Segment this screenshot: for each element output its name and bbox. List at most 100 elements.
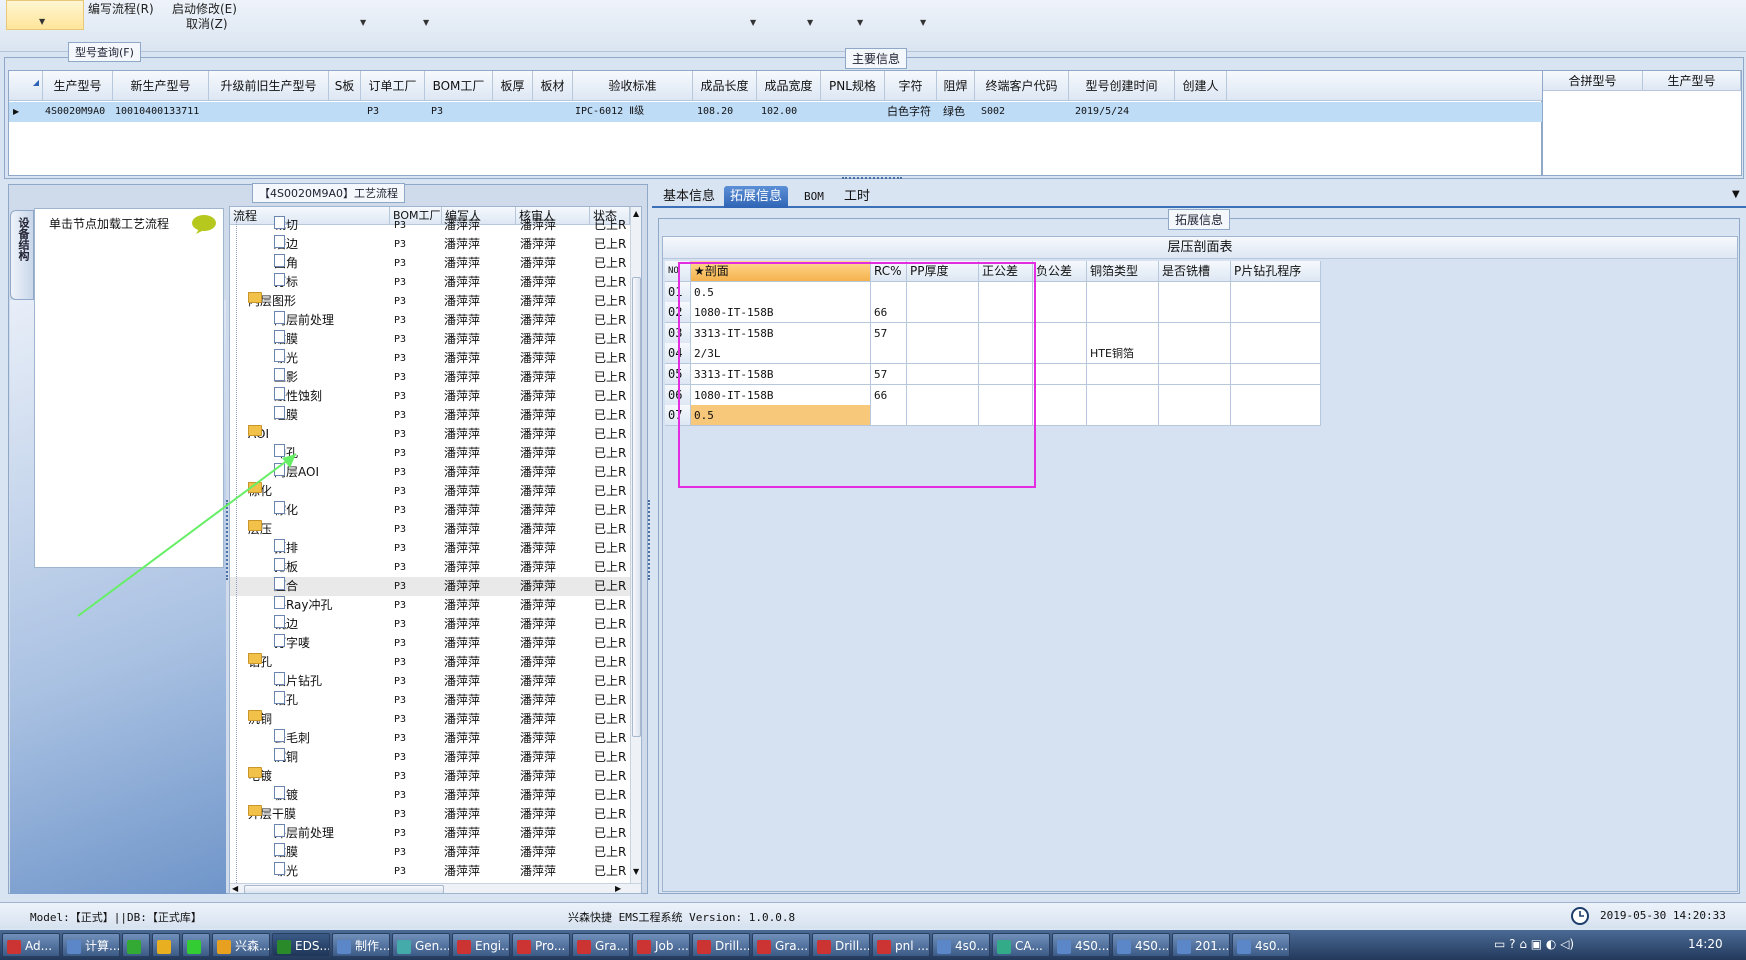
menu-write-process[interactable]: 编写流程(R) [88,0,154,17]
tree-row[interactable]: 曝光 P3 潘萍萍 潘萍萍 已上R [230,862,630,881]
taskbar-item[interactable]: CA... [992,933,1050,957]
scroll-down-icon[interactable]: ▼ [633,867,639,876]
main-action-button[interactable]: ▼ [6,0,84,30]
scroll-left-icon[interactable]: ◀ [232,884,238,893]
col-header[interactable]: 铜箔类型 [1087,261,1159,282]
taskbar-item[interactable]: 201... [1172,933,1230,957]
splitter-handle[interactable] [648,500,651,580]
col-header[interactable]: 型号创建时间 [1069,71,1175,101]
tree-row[interactable]: 去毛刺 P3 潘萍萍 潘萍萍 已上R [230,729,630,748]
scroll-up-icon[interactable]: ▲ [633,209,639,218]
grid-cell[interactable]: 绿色 [937,102,975,122]
grid-cell[interactable]: P3 [425,102,493,122]
laminate-cell[interactable] [1159,322,1231,344]
tree-row[interactable]: 内层前处理 P3 潘萍萍 潘萍萍 已上R [230,311,630,330]
vertical-scrollbar[interactable]: ▲ ▼ [630,207,641,883]
laminate-cell[interactable] [1033,405,1087,427]
chevron-down-icon[interactable]: ▼ [807,18,813,27]
taskbar-item[interactable] [152,933,180,957]
menu-cancel[interactable]: 取消(Z) [186,15,228,32]
tree-row[interactable]: 圆角 P3 潘萍萍 潘萍萍 已上R [230,254,630,273]
taskbar-item[interactable]: 4S0... [1052,933,1110,957]
col-header[interactable]: 新生产型号 [113,71,209,101]
grid-cell[interactable]: 102.00 [757,102,821,122]
model-query-button[interactable]: 型号查询(F) [68,42,141,62]
grid-cell[interactable]: 10010400133711 [113,102,209,122]
col-header[interactable]: 终端客户代码 [975,71,1069,101]
splitter-handle[interactable] [842,177,902,182]
scroll-right-icon[interactable]: ▶ [615,884,621,893]
tree-row[interactable]: 退膜 P3 潘萍萍 潘萍萍 已上R [230,406,630,425]
laminate-cell[interactable] [1231,405,1321,427]
tree-row[interactable]: − 电镀P3潘萍萍潘萍萍已上R [230,767,630,786]
horizontal-scrollbar[interactable]: ◀ ▶ [230,883,641,893]
laminate-cell[interactable] [1087,281,1159,303]
tree-row[interactable]: 外层前处理 P3 潘萍萍 潘萍萍 已上R [230,824,630,843]
chevron-down-icon[interactable]: ▼ [1732,189,1740,200]
col-header[interactable]: 生产型号 [43,71,113,101]
laminate-cell[interactable] [1087,405,1159,427]
taskbar-item[interactable]: EDS... [272,933,330,957]
tree-row[interactable]: 板镀 P3 潘萍萍 潘萍萍 已上R [230,786,630,805]
tree-row[interactable]: − 沉铜P3潘萍萍潘萍萍已上R [230,710,630,729]
laminate-cell[interactable] [1159,364,1231,385]
col-header[interactable]: 负公差 [1033,261,1087,282]
col-header[interactable]: 验收标准 [573,71,693,101]
tree-row[interactable]: − 内层图形P3潘萍萍潘萍萍已上R [230,292,630,311]
laminate-cell[interactable] [1087,384,1159,406]
chevron-down-icon[interactable]: ▼ [920,18,926,27]
scroll-thumb[interactable] [244,885,444,893]
chevron-down-icon[interactable]: ▼ [360,18,366,27]
laminate-cell[interactable] [1087,302,1159,324]
laminate-cell[interactable] [1033,322,1087,344]
grid-cell[interactable]: 108.20 [693,102,757,122]
tab-work-hours[interactable]: 工时 [838,186,876,208]
taskbar-item[interactable] [122,933,150,957]
col-header[interactable]: 是否铣槽 [1159,261,1231,282]
laminate-cell[interactable] [1033,302,1087,324]
taskbar-item[interactable]: Drill... [812,933,870,957]
col-header[interactable]: 生产型号 [1643,71,1741,91]
grid-cell[interactable]: P3 [361,102,425,122]
taskbar-item[interactable]: Gra... [572,933,630,957]
laminate-cell[interactable] [1033,384,1087,406]
taskbar-item[interactable]: 4s0... [1232,933,1290,957]
tree-row[interactable]: 打标 P3 潘萍萍 潘萍萍 已上R [230,273,630,292]
laminate-cell[interactable] [1231,384,1321,406]
tree-row[interactable]: 打字唛 P3 潘萍萍 潘萍萍 已上R [230,634,630,653]
laminate-cell[interactable] [1159,343,1231,365]
taskbar-item[interactable]: pnl ... [872,933,930,957]
taskbar-item[interactable]: 制作... [332,933,390,957]
col-header[interactable]: S板 [329,71,361,101]
laminate-cell[interactable] [1159,405,1231,427]
tree-row[interactable]: 裁切 P3 潘萍萍 潘萍萍 已上R [230,216,630,235]
laminate-cell[interactable] [1159,384,1231,406]
taskbar-item[interactable]: Pro... [512,933,570,957]
tab-extended-info[interactable]: 拓展信息 [724,186,789,208]
laminate-cell[interactable]: HTE铜箔 [1087,343,1159,365]
col-header[interactable]: 板厚 [493,71,533,101]
grid-cell[interactable]: 白色字符 [885,102,937,122]
taskbar-item[interactable] [182,933,210,957]
chevron-down-icon[interactable]: ▼ [857,18,863,27]
laminate-cell[interactable] [1087,364,1159,385]
chevron-down-icon[interactable]: ▼ [423,18,429,27]
taskbar-item[interactable]: 兴森... [212,933,270,957]
taskbar-item[interactable]: Ad... [2,933,60,957]
tree-row[interactable]: 贴膜 P3 潘萍萍 潘萍萍 已上R [230,330,630,349]
col-header[interactable]: P片钻孔程序 [1231,261,1321,282]
chevron-down-icon[interactable]: ▼ [39,17,45,26]
laminate-cell[interactable] [1231,302,1321,324]
col-header[interactable]: 升级前旧生产型号 [209,71,329,101]
laminate-cell[interactable] [1033,343,1087,365]
tree-row[interactable]: 磨边 P3 潘萍萍 潘萍萍 已上R [230,235,630,254]
tree-row[interactable]: 沉铜 P3 潘萍萍 潘萍萍 已上R [230,748,630,767]
taskbar-item[interactable]: Job ... [632,933,690,957]
col-header[interactable]: 字符 [885,71,937,101]
laminate-cell[interactable] [1231,322,1321,344]
col-header[interactable]: BOM工厂 [425,71,493,101]
grid-cell[interactable]: S002 [975,102,1069,122]
laminate-cell[interactable] [1231,281,1321,303]
tree-row[interactable]: 贴膜 P3 潘萍萍 潘萍萍 已上R [230,843,630,862]
col-header[interactable]: 创建人 [1175,71,1227,101]
